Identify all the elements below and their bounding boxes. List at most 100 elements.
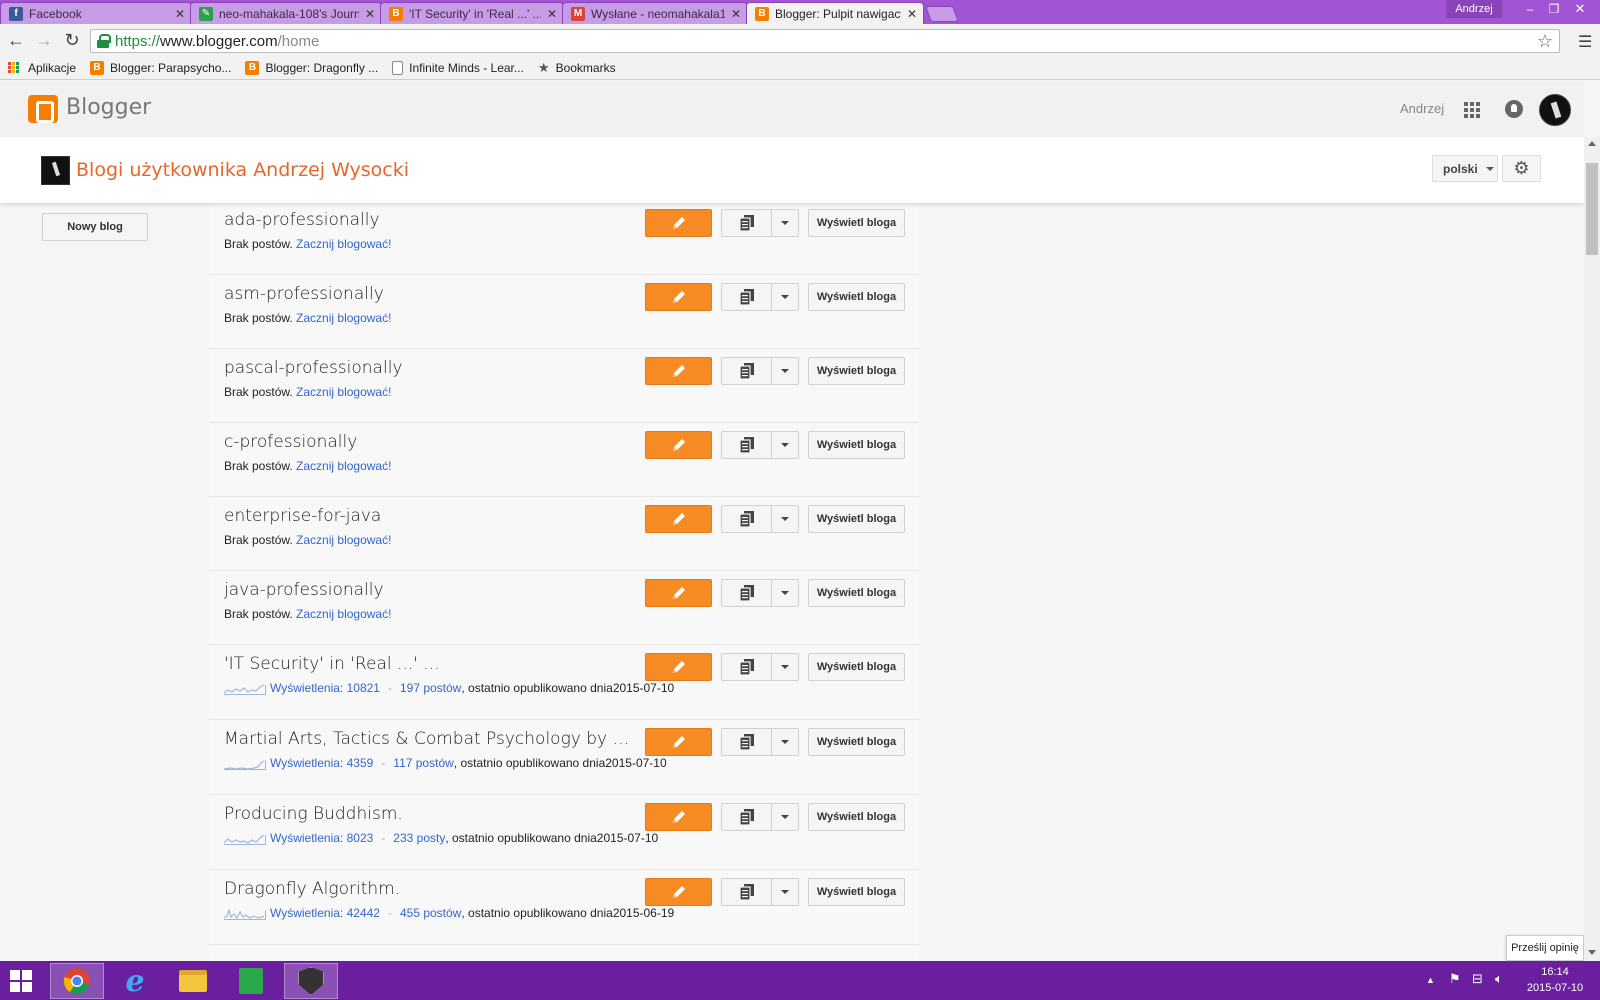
posts-list-icon[interactable] [722,729,772,755]
posts-menu-button[interactable] [721,209,799,237]
action-center-flag-icon[interactable]: ⚑ [1449,971,1461,987]
view-blog-button[interactable]: Wyświetl bloga [808,653,905,681]
taskbar-file-explorer[interactable] [166,963,220,999]
posts-link[interactable]: 197 postów [400,681,461,695]
blog-title-link[interactable]: Producing Buddhism. [224,804,403,824]
new-tab-button[interactable] [925,6,959,22]
bookmark-apps[interactable]: Aplikacje [8,61,76,75]
bookmark-blogger-dragonfly[interactable]: B Blogger: Dragonfly ... [245,60,378,75]
blog-title-link[interactable]: enterprise-for-java [224,506,381,526]
apps-grid-icon[interactable] [1464,102,1480,118]
blog-title-link[interactable]: ada-professionally [224,210,380,230]
posts-menu-button[interactable] [721,653,799,681]
posts-list-icon[interactable] [722,432,772,458]
chevron-down-icon[interactable] [772,879,798,905]
view-blog-button[interactable]: Wyświetl bloga [808,283,905,311]
posts-menu-button[interactable] [721,505,799,533]
browser-tab[interactable]: B 'IT Security' in 'Real ...' ... ✕ [380,2,564,24]
view-blog-button[interactable]: Wyświetl bloga [808,728,905,756]
bookmark-folder[interactable]: ★ Bookmarks [538,60,616,76]
new-post-button[interactable] [645,209,712,237]
views-link[interactable]: Wyświetlenia: 42442 [270,906,380,920]
scroll-thumb[interactable] [1586,163,1598,255]
new-post-button[interactable] [645,431,712,459]
close-tab-icon[interactable]: ✕ [907,7,917,21]
posts-list-icon[interactable] [722,506,772,532]
back-button[interactable]: ← [6,30,26,50]
new-post-button[interactable] [645,878,712,906]
taskbar-internet-explorer[interactable]: e [108,963,162,999]
posts-menu-button[interactable] [721,431,799,459]
chevron-down-icon[interactable] [772,284,798,310]
start-icon[interactable] [10,970,32,992]
posts-menu-button[interactable] [721,878,799,906]
blog-title-link[interactable]: Martial Arts, Tactics & Combat Psycholog… [224,729,634,749]
posts-list-icon[interactable] [722,358,772,384]
bookmark-blogger-parapsycho[interactable]: B Blogger: Parapsycho... [90,60,231,75]
chevron-down-icon[interactable] [772,506,798,532]
restore-button[interactable]: ❐ [1540,0,1568,18]
new-post-button[interactable] [645,579,712,607]
start-blogging-link[interactable]: Zacznij blogować! [296,385,391,399]
new-post-button[interactable] [645,803,712,831]
page-scrollbar[interactable] [1584,137,1600,961]
notifications-icon[interactable] [1505,100,1523,118]
start-blogging-link[interactable]: Zacznij blogować! [296,311,391,325]
start-blogging-link[interactable]: Zacznij blogować! [296,237,391,251]
posts-list-icon[interactable] [722,654,772,680]
views-link[interactable]: Wyświetlenia: 10821 [270,681,380,695]
posts-link[interactable]: 455 postów [400,906,461,920]
chevron-down-icon[interactable] [772,210,798,236]
bookmark-infinite-minds[interactable]: Infinite Minds - Lear... [392,60,524,75]
network-icon[interactable]: ⊟ [1472,971,1483,987]
view-blog-button[interactable]: Wyświetl bloga [808,803,905,831]
view-blog-button[interactable]: Wyświetl bloga [808,505,905,533]
forward-button[interactable]: → [34,30,54,50]
language-select[interactable]: polski [1432,155,1498,182]
new-post-button[interactable] [645,728,712,756]
browser-tab[interactable]: M Wysłane - neomahakala10 ✕ [562,2,748,24]
posts-list-icon[interactable] [722,804,772,830]
posts-list-icon[interactable] [722,580,772,606]
blog-title-link[interactable]: java-professionally [224,580,384,600]
bookmark-star-icon[interactable]: ☆ [1537,31,1553,52]
tray-overflow-icon[interactable]: ▲ [1426,975,1435,985]
volume-icon[interactable]: 🔈︎ [1495,971,1503,987]
view-blog-button[interactable]: Wyświetl bloga [808,579,905,607]
chrome-menu-icon[interactable]: ☰ [1578,32,1594,52]
views-link[interactable]: Wyświetlenia: 8023 [270,831,373,845]
feedback-button[interactable]: Prześlij opinię [1506,935,1584,961]
chevron-down-icon[interactable] [772,654,798,680]
posts-link[interactable]: 117 postów [393,756,454,770]
scroll-up-icon[interactable] [1588,141,1596,146]
browser-tab[interactable]: f Facebook ✕ [0,2,192,24]
browser-tab[interactable]: ✎ neo-mahakala-108's Journ ✕ [190,2,382,24]
view-blog-button[interactable]: Wyświetl bloga [808,878,905,906]
close-window-button[interactable]: ✕ [1566,0,1594,18]
blog-title-link[interactable]: 'IT Security' in 'Real ...' ... [224,654,440,674]
views-link[interactable]: Wyświetlenia: 4359 [270,756,373,770]
start-blogging-link[interactable]: Zacznij blogować! [296,459,391,473]
view-blog-button[interactable]: Wyświetl bloga [808,431,905,459]
taskbar-chrome[interactable] [50,963,104,999]
profile-chip[interactable]: Andrzej [1446,0,1502,18]
view-blog-button[interactable]: Wyświetl bloga [808,357,905,385]
browser-tab[interactable]: B Blogger: Pulpit nawigacyjn ✕ [746,2,924,24]
scroll-down-icon[interactable] [1588,950,1596,955]
new-post-button[interactable] [645,505,712,533]
posts-list-icon[interactable] [722,879,772,905]
chevron-down-icon[interactable] [772,729,798,755]
new-post-button[interactable] [645,653,712,681]
new-post-button[interactable] [645,357,712,385]
posts-menu-button[interactable] [721,357,799,385]
taskbar-windows-store[interactable] [224,963,278,999]
chevron-down-icon[interactable] [772,580,798,606]
system-clock[interactable]: 16:14 2015-07-10 [1520,964,1590,996]
posts-menu-button[interactable] [721,579,799,607]
start-blogging-link[interactable]: Zacznij blogować! [296,533,391,547]
posts-list-icon[interactable] [722,210,772,236]
posts-link[interactable]: 233 posty [393,831,445,845]
blog-title-link[interactable]: Dragonfly Algorithm. [224,879,400,899]
chevron-down-icon[interactable] [772,432,798,458]
blogger-logo-text[interactable]: Blogger [66,95,151,120]
